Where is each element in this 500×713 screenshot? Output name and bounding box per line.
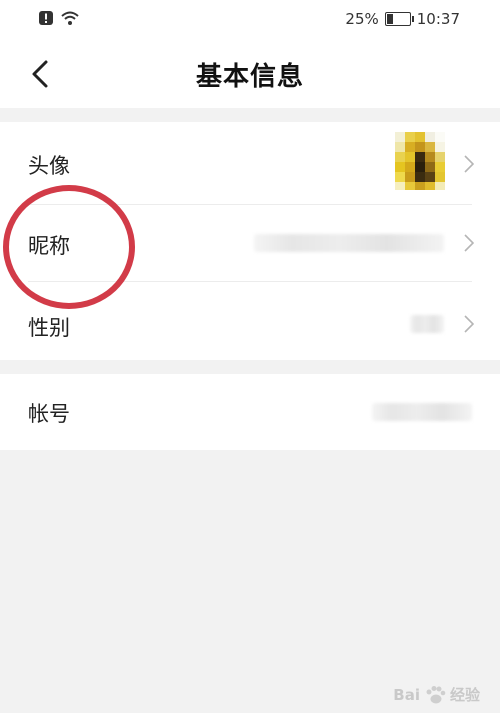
alert-icon bbox=[39, 11, 53, 25]
gender-value-blurred bbox=[410, 315, 444, 333]
status-bar-right: 25% 10:37 bbox=[345, 10, 460, 28]
battery-fill bbox=[386, 14, 393, 24]
account-row[interactable]: 帐号 bbox=[0, 374, 500, 450]
watermark-text: Bai bbox=[393, 685, 420, 704]
navigation-bar: 基本信息 bbox=[0, 38, 500, 108]
avatar[interactable] bbox=[395, 132, 445, 190]
nickname-value-blurred bbox=[254, 234, 444, 252]
baidu-jingyan-watermark: Bai 经验 bbox=[393, 684, 480, 705]
battery-icon bbox=[384, 12, 414, 26]
account-value-blurred bbox=[372, 403, 472, 421]
account-card: 帐号 bbox=[0, 374, 500, 450]
account-label: 帐号 bbox=[28, 402, 70, 426]
wifi-icon bbox=[61, 11, 79, 25]
battery-percent: 25% bbox=[345, 10, 379, 28]
paw-icon bbox=[426, 685, 446, 703]
avatar-row[interactable]: 头像 bbox=[0, 122, 500, 204]
gender-row[interactable]: 性别 bbox=[0, 282, 500, 360]
chevron-right-icon bbox=[464, 234, 474, 252]
page-title: 基本信息 bbox=[195, 62, 304, 92]
clock: 10:37 bbox=[416, 10, 460, 28]
gender-label: 性别 bbox=[28, 316, 70, 340]
status-bar-left bbox=[38, 10, 80, 26]
chevron-right-icon bbox=[464, 315, 474, 333]
nickname-row[interactable]: 昵称 bbox=[0, 205, 500, 281]
watermark-suffix: 经验 bbox=[449, 686, 480, 704]
nickname-label: 昵称 bbox=[28, 234, 70, 258]
profile-info-card: 头像 昵称 性别 bbox=[0, 122, 500, 360]
chevron-right-icon bbox=[464, 155, 474, 173]
avatar-label: 头像 bbox=[28, 154, 70, 178]
status-bar: 25% 10:37 bbox=[0, 0, 500, 38]
